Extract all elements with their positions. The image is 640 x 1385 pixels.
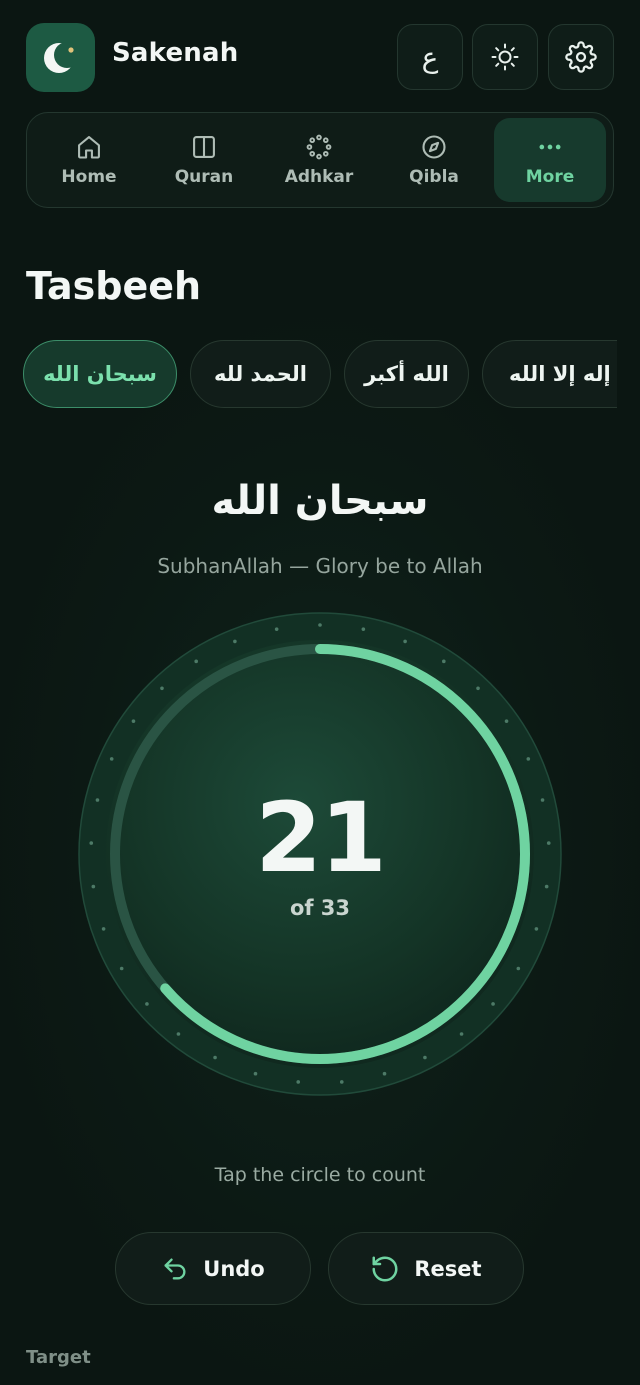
dhikr-chip[interactable]: لا إله إلا الله bbox=[482, 340, 617, 408]
count-value: 21 bbox=[255, 782, 387, 894]
settings-button[interactable] bbox=[548, 24, 614, 90]
beads-icon bbox=[306, 134, 332, 160]
nav-label-more: More bbox=[525, 167, 575, 187]
tick-dot bbox=[318, 623, 322, 627]
tick-dot bbox=[516, 966, 521, 971]
nav-item-quran[interactable]: Quran bbox=[148, 118, 260, 202]
undo-button[interactable]: Undo bbox=[115, 1232, 311, 1305]
count-target: of 33 bbox=[289, 896, 351, 920]
nav-item-more[interactable]: More bbox=[494, 118, 606, 202]
tick-dot bbox=[476, 686, 480, 691]
tick-dot bbox=[382, 1071, 387, 1076]
book-icon bbox=[193, 136, 215, 158]
tick-dot bbox=[459, 1032, 464, 1036]
tick-dot bbox=[131, 719, 136, 723]
tick-dot bbox=[274, 627, 279, 631]
tick-dot bbox=[491, 1002, 495, 1006]
dhikr-transliteration: SubhanAllah — Glory be to Allah bbox=[157, 554, 483, 578]
nav-item-qibla[interactable]: Qibla bbox=[378, 118, 490, 202]
nav-label-qibla: Qibla bbox=[409, 167, 459, 187]
nav-label-quran: Quran bbox=[174, 167, 234, 187]
tick-dot bbox=[361, 627, 366, 631]
nav-item-adhkar[interactable]: Adhkar bbox=[263, 118, 375, 202]
tick-dot bbox=[233, 639, 237, 644]
tap-hint: Tap the circle to count bbox=[214, 1164, 426, 1186]
tick-dot bbox=[101, 927, 106, 931]
tick-dot bbox=[423, 1055, 427, 1060]
tick-dot bbox=[403, 639, 407, 644]
nav-label-adhkar: Adhkar bbox=[284, 167, 354, 187]
tick-dot bbox=[253, 1071, 258, 1076]
tap-counter-circle[interactable]: 21 of 33 bbox=[78, 612, 562, 1096]
nav-item-home[interactable]: Home bbox=[33, 118, 145, 202]
language-toggle-button[interactable]: ع bbox=[397, 24, 463, 90]
app-logo[interactable] bbox=[26, 23, 95, 92]
compass-icon bbox=[422, 135, 446, 159]
gear-icon bbox=[565, 41, 597, 73]
dhikr-chip[interactable]: الله أكبر bbox=[344, 340, 469, 408]
tick-dot bbox=[534, 927, 539, 931]
tick-dot bbox=[176, 1032, 181, 1036]
main-nav: Home Quran Adhkar Qibla More bbox=[26, 112, 614, 208]
dhikr-chip-label: الحمد لله bbox=[214, 362, 307, 386]
tick-dot bbox=[109, 757, 114, 761]
dhikr-chip[interactable]: الحمد لله bbox=[190, 340, 331, 408]
app-name: Sakenah bbox=[112, 38, 239, 68]
reset-button[interactable]: Reset bbox=[328, 1232, 524, 1305]
tick-dot bbox=[296, 1080, 301, 1084]
more-icon bbox=[539, 144, 561, 150]
sun-icon bbox=[491, 43, 519, 71]
nav-label-home: Home bbox=[61, 167, 117, 187]
home-icon bbox=[78, 136, 100, 159]
tick-dot bbox=[504, 719, 509, 723]
undo-label: Undo bbox=[203, 1256, 265, 1281]
tick-dot bbox=[119, 966, 124, 971]
dhikr-arabic-text: سبحان الله bbox=[211, 478, 429, 524]
reset-icon bbox=[372, 1256, 398, 1281]
tick-dot bbox=[526, 757, 531, 761]
crescent-icon bbox=[43, 41, 80, 73]
dhikr-chip-label: لا إله إلا الله bbox=[509, 362, 617, 386]
dhikr-chip[interactable]: سبحان الله bbox=[23, 340, 177, 408]
dhikr-chip-list: سبحان الله الحمد لله الله أكبر لا إله إل… bbox=[0, 340, 617, 410]
tick-dot bbox=[194, 659, 198, 664]
dhikr-chip-label: سبحان الله bbox=[43, 362, 157, 386]
tick-dot bbox=[442, 659, 446, 664]
tick-dot bbox=[213, 1055, 217, 1060]
target-section-label: Target bbox=[26, 1347, 91, 1368]
language-label: ع bbox=[421, 40, 439, 74]
tasbeeh-page: Sakenah ع Home Quran Adhkar Qibla More T… bbox=[0, 0, 640, 1385]
undo-icon bbox=[164, 1258, 186, 1279]
tick-dot bbox=[145, 1002, 149, 1006]
dhikr-chip-label: الله أكبر bbox=[364, 362, 449, 386]
tick-dot bbox=[160, 686, 164, 691]
theme-toggle-button[interactable] bbox=[472, 24, 538, 90]
reset-label: Reset bbox=[414, 1256, 482, 1281]
page-title: Tasbeeh bbox=[26, 264, 202, 308]
tick-dot bbox=[339, 1080, 344, 1084]
